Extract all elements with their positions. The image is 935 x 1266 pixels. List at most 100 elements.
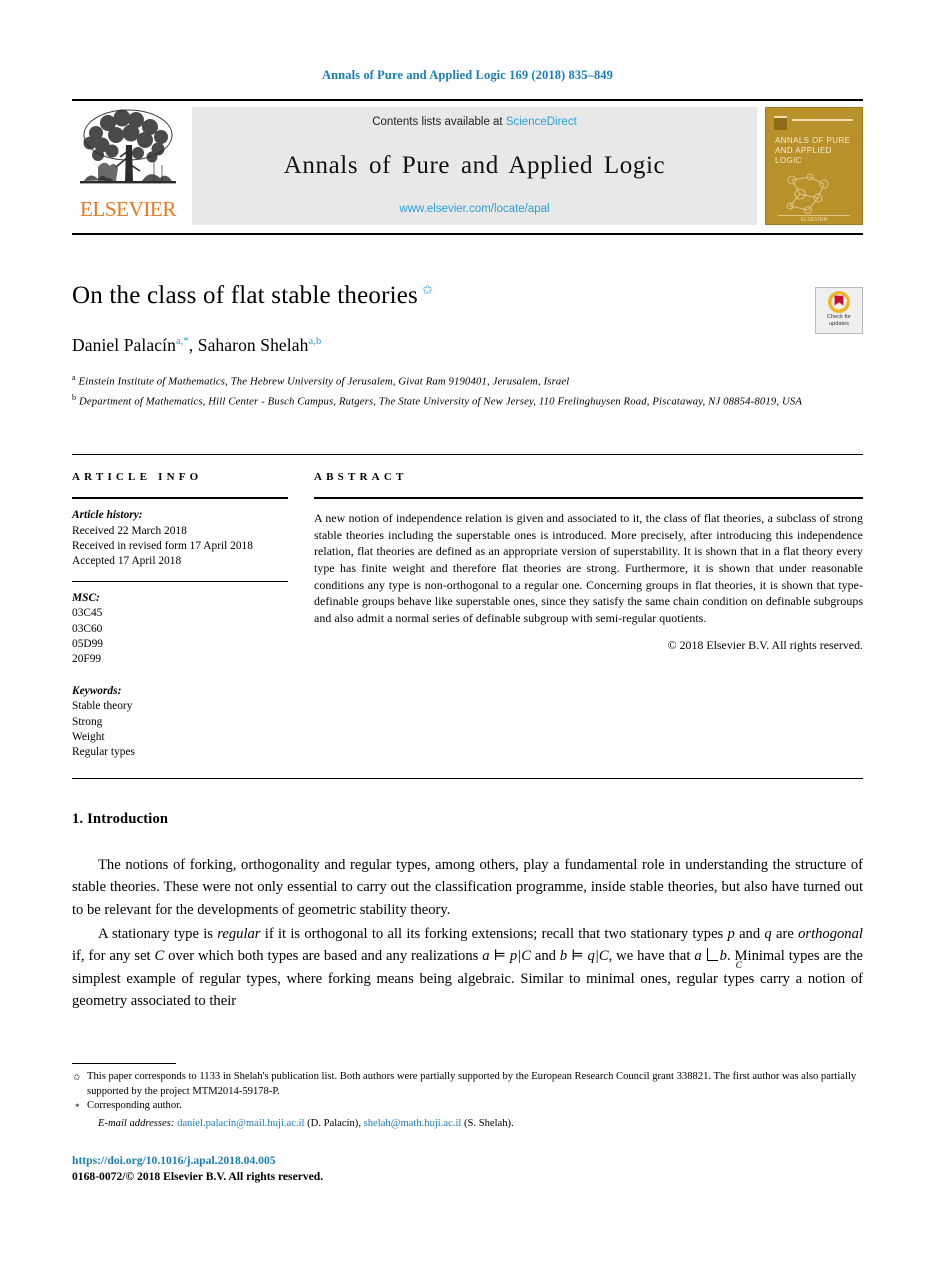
email-owner-1: (D. Palacín), — [304, 1117, 364, 1129]
keywords-label: Keywords: — [72, 684, 122, 697]
footnote-asterisk-marker: * — [75, 1102, 80, 1113]
footnote-funding: ✩ This paper corresponds to 1133 in Shel… — [72, 1070, 863, 1099]
contents-available-line: Contents lists available at ScienceDirec… — [372, 116, 577, 128]
elsevier-logo: ELSEVIER — [72, 101, 184, 233]
abstract-column: ABSTRACT A new notion of independence re… — [310, 455, 863, 761]
abstract-bottom-rule — [72, 777, 863, 779]
author-2: Saharon Shelah — [197, 335, 309, 355]
p2-seg: over which both types are based and any … — [164, 948, 483, 965]
footnote-corresponding: * Corresponding author. — [72, 1099, 863, 1114]
p2-seg: if it is orthogonal to all its forking e… — [260, 925, 728, 942]
math-var-q: q — [764, 925, 772, 942]
footnote-star-marker: ✩ — [73, 1072, 81, 1082]
elsevier-tree-icon — [76, 105, 180, 201]
crossmark-badge[interactable]: Check for updates — [815, 287, 863, 334]
math-var-p: p — [727, 925, 735, 942]
cover-footer-rule — [778, 215, 850, 216]
cover-elsevier-icon — [774, 116, 787, 130]
journal-url-link[interactable]: www.elsevier.com/locate/apal — [399, 203, 549, 215]
forking-independence-icon: C — [703, 948, 742, 971]
math-expr-b-models-q: b ⊨ q|C — [559, 948, 609, 965]
crossmark-icon — [828, 291, 850, 313]
contents-panel: Contents lists available at ScienceDirec… — [192, 107, 757, 225]
cover-footer-wordmark: ELSEVIER — [800, 217, 828, 223]
elsevier-wordmark: ELSEVIER — [80, 197, 176, 221]
msc-code: 05D99 — [72, 637, 104, 650]
keyword-item: Regular types — [72, 746, 135, 759]
forking-subscript: C — [735, 961, 743, 972]
math-expr-a-models-p: a ⊨ p|C — [482, 948, 531, 965]
author-separator: , — [188, 335, 198, 355]
p2-seg: if, for any set — [72, 948, 155, 965]
email-label: E-mail addresses: — [98, 1117, 175, 1129]
history-item: Received in revised form 17 April 2018 — [72, 539, 253, 552]
history-item: Received 22 March 2018 — [72, 524, 187, 537]
journal-title: Annals of Pure and Applied Logic — [283, 151, 666, 179]
publication-footer: https://doi.org/10.1016/j.apal.2018.04.0… — [72, 1153, 323, 1186]
sciencedirect-link[interactable]: ScienceDirect — [506, 116, 577, 128]
crossmark-label: Check for updates — [827, 314, 851, 327]
crossmark-line-1: Check for — [827, 314, 851, 320]
info-abstract-region: ARTICLE INFO Article history: Received 2… — [72, 454, 863, 761]
paragraph-2: A stationary type is regular if it is or… — [72, 923, 863, 1013]
footnote-emails: E-mail addresses: daniel.palacin@mail.hu… — [72, 1114, 863, 1132]
affiliation-b-text: Department of Mathematics, Hill Center -… — [78, 395, 803, 408]
p2-emphasis-orthogonal: orthogonal — [798, 925, 863, 942]
article-info-heading: ARTICLE INFO — [72, 471, 203, 484]
footnote-block: ✩ This paper corresponds to 1133 in Shel… — [72, 1070, 863, 1131]
footnote-corresponding-text: Corresponding author. — [87, 1100, 182, 1112]
msc-code: 03C60 — [72, 622, 103, 635]
cover-artwork — [780, 170, 838, 216]
body-text: The notions of forking, orthogonality an… — [72, 854, 863, 1013]
abstract-copyright: © 2018 Elsevier B.V. All rights reserved… — [667, 638, 863, 653]
abstract-text: A new notion of independence relation is… — [314, 511, 863, 625]
email-link-shelah[interactable]: shelah@math.huji.ac.il — [364, 1118, 462, 1129]
footnote-funding-text: This paper corresponds to 1133 in Shelah… — [87, 1071, 857, 1097]
article-info-column: ARTICLE INFO Article history: Received 2… — [72, 455, 310, 761]
email-owner-2: (S. Shelah). — [461, 1117, 514, 1129]
affiliation-a-marker: a — [72, 373, 76, 382]
cover-rule — [792, 119, 853, 121]
keyword-item: Weight — [72, 731, 105, 743]
math-var-C: C — [154, 948, 165, 965]
footnote-divider — [72, 1063, 176, 1064]
article-history-label: Article history: — [72, 509, 143, 522]
journal-masthead: ELSEVIER Contents lists available at Sci… — [72, 99, 863, 235]
author-1-affiliation-marks[interactable]: a,* — [176, 336, 189, 347]
msc-code: 03C45 — [72, 607, 103, 620]
title-footnote-marker[interactable]: ✩ — [422, 282, 433, 297]
p2-seg: , we have that — [608, 948, 695, 965]
doi-link[interactable]: https://doi.org/10.1016/j.apal.2018.04.0… — [72, 1153, 323, 1169]
affiliation-a: a Einstein Institute of Mathematics, The… — [72, 370, 863, 390]
author-1: Daniel Palacín — [72, 335, 176, 355]
affiliation-list: a Einstein Institute of Mathematics, The… — [72, 370, 863, 410]
history-item: Accepted 17 April 2018 — [72, 555, 182, 568]
title-block: On the class of flat stable theories ✩ Da… — [72, 281, 863, 410]
keyword-item: Strong — [72, 715, 103, 728]
contents-prefix: Contents lists available at — [372, 116, 506, 128]
p2-seg: and — [734, 925, 765, 942]
p2-seg: and — [530, 948, 560, 965]
running-head: Annals of Pure and Applied Logic 169 (20… — [321, 68, 613, 82]
author-2-affiliation-marks[interactable]: a,b — [308, 336, 321, 347]
section-heading-introduction: 1. Introduction — [72, 810, 169, 827]
affiliation-a-text: Einstein Institute of Mathematics, The H… — [78, 375, 570, 388]
page-title: On the class of flat stable theories ✩ — [72, 281, 863, 311]
cover-title: ANNALS OF PURE AND APPLIED LOGIC — [775, 136, 851, 165]
msc-label: MSC: — [72, 591, 100, 604]
abstract-heading: ABSTRACT — [314, 471, 408, 484]
keyword-item: Stable theory — [72, 700, 133, 713]
paper-title-text: On the class of flat stable theories — [72, 282, 418, 309]
email-link-palacin[interactable]: daniel.palacin@mail.huji.ac.il — [177, 1118, 304, 1129]
keywords-group: Keywords: Stable theory Strong Weight Re… — [72, 668, 288, 761]
article-history-group: Article history: Received 22 March 2018 … — [72, 499, 288, 581]
crossmark-line-2: updates — [829, 320, 849, 327]
msc-code: 20F99 — [72, 653, 102, 666]
p2-seg: are — [771, 925, 799, 942]
p2-emphasis-regular: regular — [217, 925, 261, 942]
paper-page: Annals of Pure and Applied Logic 169 (20… — [0, 0, 935, 1266]
author-list: Daniel Palacína,*, Saharon Shelaha,b — [72, 335, 863, 356]
msc-group: MSC: 03C45 03C60 05D99 20F99 — [72, 582, 288, 668]
paragraph-1: The notions of forking, orthogonality an… — [72, 856, 863, 918]
affiliation-b-marker: b — [72, 393, 77, 403]
